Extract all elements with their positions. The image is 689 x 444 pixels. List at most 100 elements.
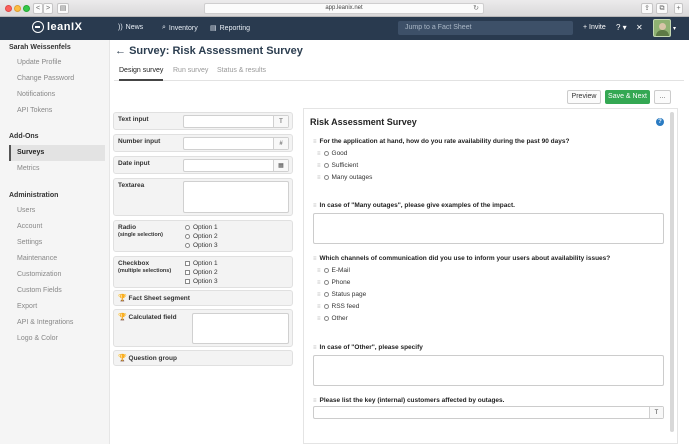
- radio-circle-icon[interactable]: [323, 316, 329, 321]
- sidebar-item-surveys[interactable]: Surveys: [9, 145, 105, 161]
- drag-handle-icon[interactable]: ≡: [313, 256, 316, 262]
- answer-option[interactable]: ≡ E-Mail: [317, 267, 350, 274]
- drag-handle-icon[interactable]: ≡: [313, 345, 316, 351]
- avatar-chevron-down-icon[interactable]: ▾: [673, 25, 676, 32]
- question-5[interactable]: ≡ Please list the key (internal) customer…: [313, 397, 504, 404]
- sidebar-item-api-integrations[interactable]: API & Integrations: [9, 315, 105, 331]
- answer-option[interactable]: ≡ Good: [317, 150, 347, 157]
- drag-handle-icon[interactable]: ≡: [313, 139, 316, 145]
- question-2[interactable]: ≡ In case of "Many outages", please give …: [313, 202, 515, 209]
- sidebar-item-update-profile[interactable]: Update Profile: [9, 55, 105, 71]
- sidebar-item-settings[interactable]: Settings: [9, 235, 105, 251]
- tab-status-results[interactable]: Status & results: [217, 67, 266, 74]
- radio-circle-icon[interactable]: [323, 280, 329, 285]
- nav-news[interactable]: )) News: [118, 24, 143, 31]
- invite-button[interactable]: + Invite: [583, 24, 606, 31]
- drag-handle-icon[interactable]: ≡: [317, 280, 320, 286]
- tab-run-survey[interactable]: Run survey: [173, 67, 208, 74]
- sidebar-item-maintenance[interactable]: Maintenance: [9, 251, 105, 267]
- minimize-window-button[interactable]: [14, 5, 21, 12]
- close-window-button[interactable]: [5, 5, 12, 12]
- answer-text-input[interactable]: T: [313, 406, 664, 419]
- answer-textarea[interactable]: [313, 213, 664, 244]
- drag-handle-icon[interactable]: ≡: [317, 316, 320, 322]
- palette-calculated-field[interactable]: 🏆 Calculated field: [113, 309, 293, 347]
- sidebar-toggle-icon[interactable]: ▤: [57, 3, 69, 14]
- answer-option[interactable]: ≡ RSS feed: [317, 303, 359, 310]
- drag-handle-icon[interactable]: ≡: [317, 304, 320, 310]
- sidebar-item-metrics[interactable]: Metrics: [9, 161, 105, 177]
- sidebar-item-custom-fields[interactable]: Custom Fields: [9, 283, 105, 299]
- drag-handle-icon[interactable]: ≡: [317, 175, 320, 181]
- tools-icon[interactable]: ✕: [636, 23, 643, 32]
- back-arrow-icon[interactable]: ←: [115, 45, 126, 57]
- address-bar[interactable]: app.leanix.net ↻: [204, 3, 484, 14]
- radio-circle-icon[interactable]: [323, 292, 329, 297]
- drag-handle-icon[interactable]: ≡: [317, 292, 320, 298]
- sidebar-item-api-tokens[interactable]: API Tokens: [9, 103, 105, 119]
- palette-fact-sheet-segment[interactable]: 🏆 Fact Sheet segment: [113, 290, 293, 306]
- question-4[interactable]: ≡ In case of "Other", please specify: [313, 344, 423, 351]
- palette-textarea[interactable]: Textarea: [113, 178, 293, 216]
- save-next-button[interactable]: Save & Next: [605, 90, 650, 104]
- preview-button[interactable]: Preview: [567, 90, 601, 104]
- radio-option: Option 2: [185, 233, 218, 240]
- nav-inventory[interactable]: ⌕ Inventory: [162, 24, 198, 32]
- logo-icon: [32, 21, 44, 33]
- tabs-icon[interactable]: ⧉: [656, 3, 668, 14]
- palette-checkbox[interactable]: Checkbox (multiple selections) Option 1 …: [113, 256, 293, 288]
- forward-button[interactable]: >: [43, 3, 53, 14]
- sidebar-item-export[interactable]: Export: [9, 299, 105, 315]
- drag-handle-icon[interactable]: ≡: [313, 398, 316, 404]
- nav-reporting[interactable]: ▤ Reporting: [210, 24, 250, 33]
- palette-radio[interactable]: Radio (single selection) Option 1 Option…: [113, 220, 293, 252]
- chart-icon: ▤: [210, 25, 217, 32]
- palette-text-input[interactable]: Text input T: [113, 112, 293, 130]
- palette-number-input[interactable]: Number input #: [113, 134, 293, 152]
- nav-news-label: News: [125, 24, 144, 31]
- drag-handle-icon[interactable]: ≡: [317, 151, 320, 157]
- checkbox-square-icon: [185, 261, 190, 266]
- sidebar-user-name: Sarah Weissenfels: [9, 44, 71, 51]
- new-tab-icon[interactable]: +: [674, 3, 683, 14]
- answer-textarea[interactable]: [313, 355, 664, 386]
- answer-option[interactable]: ≡ Sufficient: [317, 162, 358, 169]
- drag-handle-icon[interactable]: ≡: [317, 268, 320, 274]
- sidebar-item-account[interactable]: Account: [9, 219, 105, 235]
- radio-circle-icon[interactable]: [323, 163, 329, 168]
- help-icon[interactable]: ? ▾: [616, 23, 627, 32]
- sidebar-item-change-password[interactable]: Change Password: [9, 71, 105, 87]
- drag-handle-icon[interactable]: ≡: [313, 203, 316, 209]
- sidebar-item-users[interactable]: Users: [9, 203, 105, 219]
- answer-option[interactable]: ≡ Many outages: [317, 174, 372, 181]
- tab-design-survey[interactable]: Design survey: [119, 67, 164, 81]
- help-icon[interactable]: ?: [656, 118, 664, 126]
- fact-sheet-search-input[interactable]: Jump to a Fact Sheet: [398, 21, 573, 35]
- answer-option[interactable]: ≡ Other: [317, 315, 348, 322]
- question-1[interactable]: ≡ For the application at hand, how do you…: [313, 138, 569, 145]
- question-3[interactable]: ≡ Which channels of communication did you…: [313, 255, 610, 262]
- radio-circle-icon[interactable]: [323, 175, 329, 180]
- radio-circle-icon[interactable]: [323, 268, 329, 273]
- user-avatar[interactable]: [653, 19, 671, 37]
- radio-circle-icon[interactable]: [323, 304, 329, 309]
- calendar-icon: ▦: [273, 160, 288, 171]
- sidebar-item-logo-color[interactable]: Logo & Color: [9, 331, 105, 347]
- share-icon[interactable]: ⇪: [641, 3, 653, 14]
- scrollbar[interactable]: [670, 112, 674, 432]
- answer-option[interactable]: ≡ Phone: [317, 279, 350, 286]
- sidebar-item-notifications[interactable]: Notifications: [9, 87, 105, 103]
- number-input-sample: #: [183, 137, 289, 150]
- zoom-window-button[interactable]: [23, 5, 30, 12]
- palette-question-group[interactable]: 🏆 Question group: [113, 350, 293, 366]
- answer-option[interactable]: ≡ Status page: [317, 291, 366, 298]
- back-button[interactable]: <: [33, 3, 43, 14]
- radio-circle-icon[interactable]: [323, 151, 329, 156]
- sidebar-item-customization[interactable]: Customization: [9, 267, 105, 283]
- drag-handle-icon[interactable]: ≡: [317, 163, 320, 169]
- url-text: app.leanix.net: [325, 5, 363, 11]
- reload-icon[interactable]: ↻: [473, 4, 479, 13]
- more-button[interactable]: ...: [654, 90, 671, 104]
- leanix-logo[interactable]: leanIX: [32, 21, 82, 33]
- palette-date-input[interactable]: Date input ▦: [113, 156, 293, 174]
